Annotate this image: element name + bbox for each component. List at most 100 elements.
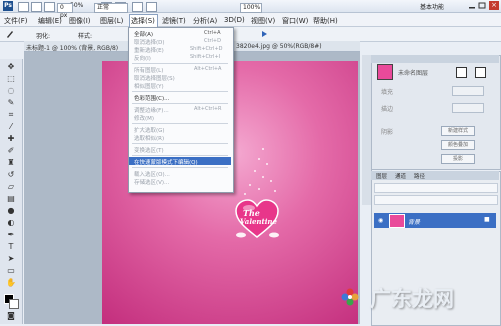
menu-item-deselect[interactable]: 取消选择(D) — [134, 38, 165, 46]
menu-window[interactable]: 窗口(W) — [282, 16, 308, 26]
menu-help[interactable]: 帮助(H) — [313, 16, 338, 26]
panel-label: 阴影 — [381, 129, 394, 136]
style-name: 未命名图层 — [398, 70, 429, 77]
sparkle — [270, 180, 272, 182]
shortcut-label: Alt+Ctrl+A — [194, 66, 222, 72]
view-extras-icon[interactable] — [44, 2, 55, 12]
minimize-icon[interactable] — [468, 2, 476, 9]
lasso-tool-icon[interactable]: ◌ — [6, 86, 16, 96]
document-tab-title[interactable]: 未标题-1 @ 100% (背景, RGB/8) — [26, 43, 118, 52]
menu-separator — [132, 155, 228, 156]
eye-icon[interactable]: ◉ — [378, 217, 383, 224]
sparkle — [254, 170, 256, 172]
panel-field[interactable] — [452, 103, 484, 113]
drop-shadow-button[interactable]: 投影 — [441, 154, 475, 164]
eraser-tool-icon[interactable]: ▱ — [6, 182, 16, 192]
lock-icon: ■ — [484, 216, 490, 223]
sparkle — [262, 176, 264, 178]
tab-channels[interactable]: 通道 — [395, 172, 406, 180]
menu-item-reselect[interactable]: 重新选择(E) — [134, 46, 164, 54]
menu-separator — [132, 103, 228, 104]
menu-item-all-layers[interactable]: 所有图层(L) — [134, 66, 163, 74]
workspace-switcher[interactable]: 基本功能 — [420, 2, 444, 11]
menu-analysis[interactable]: 分析(A) — [193, 16, 217, 26]
path-select-tool-icon[interactable]: ➤ — [6, 254, 16, 264]
style-thumbnail[interactable] — [377, 64, 393, 80]
layer-thumbnail — [389, 214, 405, 228]
sparkle — [266, 163, 268, 165]
menu-item-quick-mask[interactable]: 在快速蒙版模式下编辑(Q) — [134, 158, 198, 166]
new-style-button[interactable]: 新建样式 — [441, 126, 475, 136]
menu-file[interactable]: 文件(F) — [4, 16, 28, 26]
shortcut-label: Ctrl+D — [204, 38, 221, 44]
menu-item-color-range[interactable]: 色彩范围(C)... — [134, 94, 169, 102]
menu-item-similar[interactable]: 选取相似(R) — [134, 134, 164, 142]
hand-tool-icon[interactable]: ✋ — [6, 278, 16, 288]
blend-mode-row[interactable] — [374, 183, 498, 193]
menu-item-similar-layers[interactable]: 相似图层(Y) — [134, 82, 164, 90]
bridge-icon[interactable] — [18, 2, 29, 12]
move-tool-icon[interactable]: ✥ — [6, 62, 16, 72]
type-tool-icon[interactable]: T — [6, 242, 16, 252]
arrange-documents-icon[interactable] — [132, 2, 143, 12]
menu-filter[interactable]: 滤镜(T) — [162, 16, 186, 26]
sparkle — [244, 193, 246, 195]
document-tab-title-image[interactable]: 3820e4.jpg @ 50%(RGB/8#) — [236, 43, 322, 50]
stamp-tool-icon[interactable]: ♜ — [6, 158, 16, 168]
marquee-tool-icon[interactable]: ⬚ — [6, 74, 16, 84]
lock-row[interactable] — [374, 195, 498, 205]
menu-edit[interactable]: 编辑(E) — [38, 16, 62, 26]
menu-separator — [132, 91, 228, 92]
panel-label: 描边 — [381, 106, 394, 113]
play-icon[interactable] — [260, 30, 268, 38]
menu-item-load-selection[interactable]: 载入选区(O)... — [134, 170, 170, 178]
background-color-swatch[interactable] — [9, 299, 19, 309]
crop-tool-icon[interactable]: ⌗ — [6, 110, 16, 120]
style-label: 样式: — [78, 33, 93, 40]
menu-layer[interactable]: 图层(L) — [100, 16, 123, 26]
menu-item-grow[interactable]: 扩大选取(G) — [134, 126, 165, 134]
menu-separator — [132, 63, 228, 64]
sparkle — [258, 158, 260, 160]
menu-3d[interactable]: 3D(D) — [224, 16, 245, 24]
history-brush-icon[interactable]: ↺ — [6, 170, 16, 180]
mini-bridge-icon[interactable] — [31, 2, 42, 12]
menu-separator — [132, 123, 228, 124]
menu-item-inverse[interactable]: 反向(I) — [134, 54, 151, 62]
quick-select-tool-icon[interactable]: ✎ — [6, 98, 16, 108]
menu-item-modify[interactable]: 修改(M) — [134, 114, 154, 122]
panel-field[interactable] — [452, 86, 484, 96]
menu-item-select-all[interactable]: 全部(A) — [134, 30, 153, 38]
sparkle — [274, 190, 276, 192]
eyedropper-tool-icon[interactable]: ⁄ — [6, 122, 16, 132]
maximize-icon[interactable] — [478, 2, 486, 9]
menu-item-deselect-layers[interactable]: 取消选择图层(S) — [134, 74, 175, 82]
menu-view[interactable]: 视图(V) — [251, 16, 275, 26]
menu-item-refine-edge[interactable]: 调整边缘(F)... — [134, 106, 169, 114]
delete-style-icon[interactable] — [475, 67, 486, 78]
brush-tool-icon[interactable]: ✐ — [6, 146, 16, 156]
healing-tool-icon[interactable]: ✚ — [6, 134, 16, 144]
color-overlay-button[interactable]: 颜色叠加 — [441, 140, 475, 150]
style-select[interactable]: 正常 — [94, 3, 128, 13]
sparkle — [258, 188, 260, 190]
tab-paths[interactable]: 路径 — [414, 172, 425, 180]
close-icon[interactable]: × — [489, 1, 499, 10]
menu-select[interactable]: 选择(S) — [131, 16, 155, 26]
blur-tool-icon[interactable]: ● — [6, 206, 16, 216]
shape-tool-icon[interactable]: ▭ — [6, 266, 16, 276]
menu-item-transform-selection[interactable]: 变换选区(T) — [134, 146, 164, 154]
new-style-icon[interactable] — [456, 67, 467, 78]
layer-name[interactable]: 背景 — [408, 217, 420, 226]
feather-input[interactable]: 0 px — [57, 3, 73, 19]
dodge-tool-icon[interactable]: ◐ — [6, 218, 16, 228]
screen-mode-icon[interactable] — [146, 2, 157, 12]
quick-mask-icon[interactable]: ◙ — [6, 311, 16, 321]
pen-tool-icon[interactable]: ✒ — [6, 230, 16, 240]
gradient-tool-icon[interactable]: ▤ — [6, 194, 16, 204]
tab-layers[interactable]: 图层 — [376, 172, 387, 180]
menu-image[interactable]: 图像(I) — [69, 16, 91, 26]
menu-item-save-selection[interactable]: 存储选区(V)... — [134, 178, 169, 186]
zoom-input[interactable]: 100% — [240, 3, 262, 13]
brush-tool-icon[interactable] — [5, 29, 15, 39]
